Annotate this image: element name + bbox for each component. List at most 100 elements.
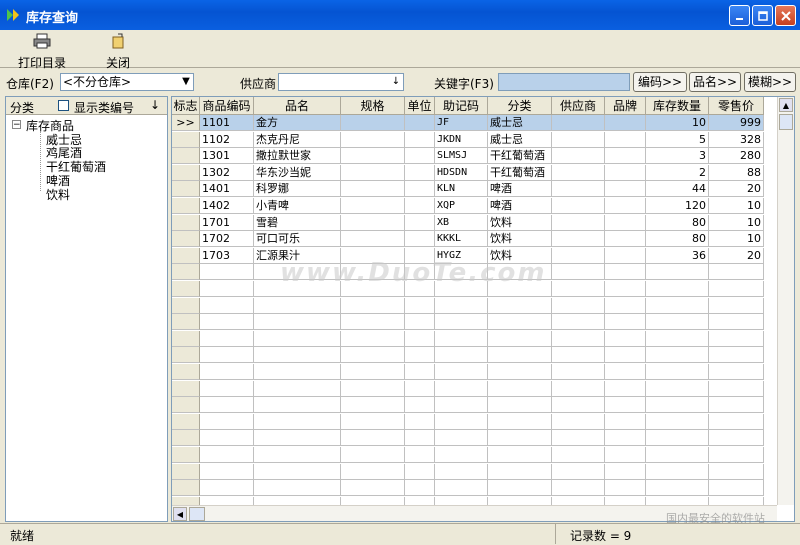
cell-supplier[interactable] (552, 214, 605, 231)
code-search-button[interactable]: 编码>> (633, 72, 687, 92)
cell-code[interactable]: 1702 (200, 231, 254, 248)
empty-cell[interactable] (172, 397, 200, 414)
cell-spec[interactable] (341, 181, 405, 198)
empty-cell[interactable] (709, 347, 764, 364)
empty-cell[interactable] (254, 330, 341, 347)
empty-cell[interactable] (605, 413, 646, 430)
empty-cell[interactable] (435, 364, 488, 380)
empty-cell[interactable] (172, 463, 200, 480)
empty-cell[interactable] (435, 447, 488, 463)
cell-brand[interactable] (605, 181, 646, 198)
empty-cell[interactable] (552, 330, 605, 347)
empty-cell[interactable] (172, 330, 200, 347)
empty-cell[interactable] (435, 463, 488, 480)
empty-cell[interactable] (341, 347, 405, 364)
empty-cell[interactable] (709, 480, 764, 497)
empty-cell[interactable] (709, 413, 764, 430)
empty-cell[interactable] (341, 397, 405, 414)
empty-cell[interactable] (200, 430, 254, 447)
empty-cell[interactable] (200, 297, 254, 314)
cell-mark[interactable]: >> (172, 115, 200, 131)
cell-mark[interactable] (172, 247, 200, 264)
empty-cell[interactable] (605, 480, 646, 497)
sort-arrow-icon[interactable]: ↓ (150, 98, 160, 112)
chevron-down-icon[interactable]: ▼ (179, 74, 193, 90)
cell-mark[interactable] (172, 164, 200, 181)
empty-cell[interactable] (341, 314, 405, 331)
cell-code[interactable]: 1401 (200, 181, 254, 198)
empty-cell[interactable] (254, 364, 341, 380)
cell-mark[interactable] (172, 231, 200, 248)
cell-supplier[interactable] (552, 181, 605, 198)
empty-cell[interactable] (435, 397, 488, 414)
empty-cell[interactable] (552, 264, 605, 281)
cell-category[interactable]: 啤酒 (488, 198, 552, 214)
empty-cell[interactable] (405, 380, 435, 397)
cell-category[interactable]: 威士忌 (488, 131, 552, 148)
cell-brand[interactable] (605, 214, 646, 231)
window-close-button[interactable] (775, 5, 796, 26)
empty-cell[interactable] (709, 281, 764, 297)
empty-cell[interactable] (405, 480, 435, 497)
empty-cell[interactable] (341, 447, 405, 463)
arrow-down-icon[interactable]: ↓ (389, 74, 403, 90)
cell-brand[interactable] (605, 131, 646, 148)
cell-brand[interactable] (605, 164, 646, 181)
empty-cell[interactable] (172, 430, 200, 447)
empty-cell[interactable] (200, 397, 254, 414)
empty-cell[interactable] (709, 463, 764, 480)
cell-category[interactable]: 啤酒 (488, 181, 552, 198)
empty-cell[interactable] (172, 297, 200, 314)
empty-cell[interactable] (646, 281, 709, 297)
empty-cell[interactable] (646, 347, 709, 364)
cell-mark[interactable] (172, 131, 200, 148)
cell-unit[interactable] (405, 164, 435, 181)
empty-cell[interactable] (552, 430, 605, 447)
cell-qty[interactable]: 5 (646, 131, 709, 148)
cell-mnemonic[interactable]: SLMSJ (435, 148, 488, 165)
empty-cell[interactable] (709, 430, 764, 447)
cell-qty[interactable]: 2 (646, 164, 709, 181)
empty-cell[interactable] (552, 397, 605, 414)
empty-cell[interactable] (552, 281, 605, 297)
cell-category[interactable]: 干红葡萄酒 (488, 164, 552, 181)
column-header-spec[interactable]: 规格 (341, 97, 405, 115)
cell-qty[interactable]: 120 (646, 198, 709, 214)
column-header-unit[interactable]: 单位 (405, 97, 435, 115)
empty-cell[interactable] (435, 430, 488, 447)
empty-cell[interactable] (488, 463, 552, 480)
empty-cell[interactable] (605, 364, 646, 380)
cell-qty[interactable]: 80 (646, 214, 709, 231)
empty-cell[interactable] (552, 463, 605, 480)
scroll-left-icon[interactable]: ◀ (173, 507, 187, 521)
empty-cell[interactable] (605, 314, 646, 331)
empty-cell[interactable] (646, 447, 709, 463)
empty-cell[interactable] (646, 297, 709, 314)
cell-qty[interactable]: 44 (646, 181, 709, 198)
empty-cell[interactable] (488, 364, 552, 380)
cell-code[interactable]: 1703 (200, 247, 254, 264)
empty-cell[interactable] (435, 413, 488, 430)
cell-brand[interactable] (605, 115, 646, 131)
cell-category[interactable]: 饮料 (488, 214, 552, 231)
fuzzy-search-button[interactable]: 模糊>> (744, 72, 796, 92)
column-header-category[interactable]: 分类 (488, 97, 552, 115)
empty-cell[interactable] (709, 397, 764, 414)
empty-cell[interactable] (646, 480, 709, 497)
cell-name[interactable]: 可口可乐 (254, 231, 341, 248)
cell-spec[interactable] (341, 231, 405, 248)
empty-cell[interactable] (200, 364, 254, 380)
empty-cell[interactable] (254, 413, 341, 430)
empty-cell[interactable] (605, 380, 646, 397)
empty-cell[interactable] (435, 330, 488, 347)
empty-cell[interactable] (552, 413, 605, 430)
warehouse-select[interactable]: <不分仓库> ▼ (60, 73, 194, 91)
cell-price[interactable]: 999 (709, 115, 764, 131)
empty-cell[interactable] (605, 430, 646, 447)
empty-cell[interactable] (709, 314, 764, 331)
empty-cell[interactable] (646, 314, 709, 331)
empty-cell[interactable] (405, 330, 435, 347)
empty-cell[interactable] (200, 380, 254, 397)
cell-mark[interactable] (172, 214, 200, 231)
cell-mark[interactable] (172, 148, 200, 165)
